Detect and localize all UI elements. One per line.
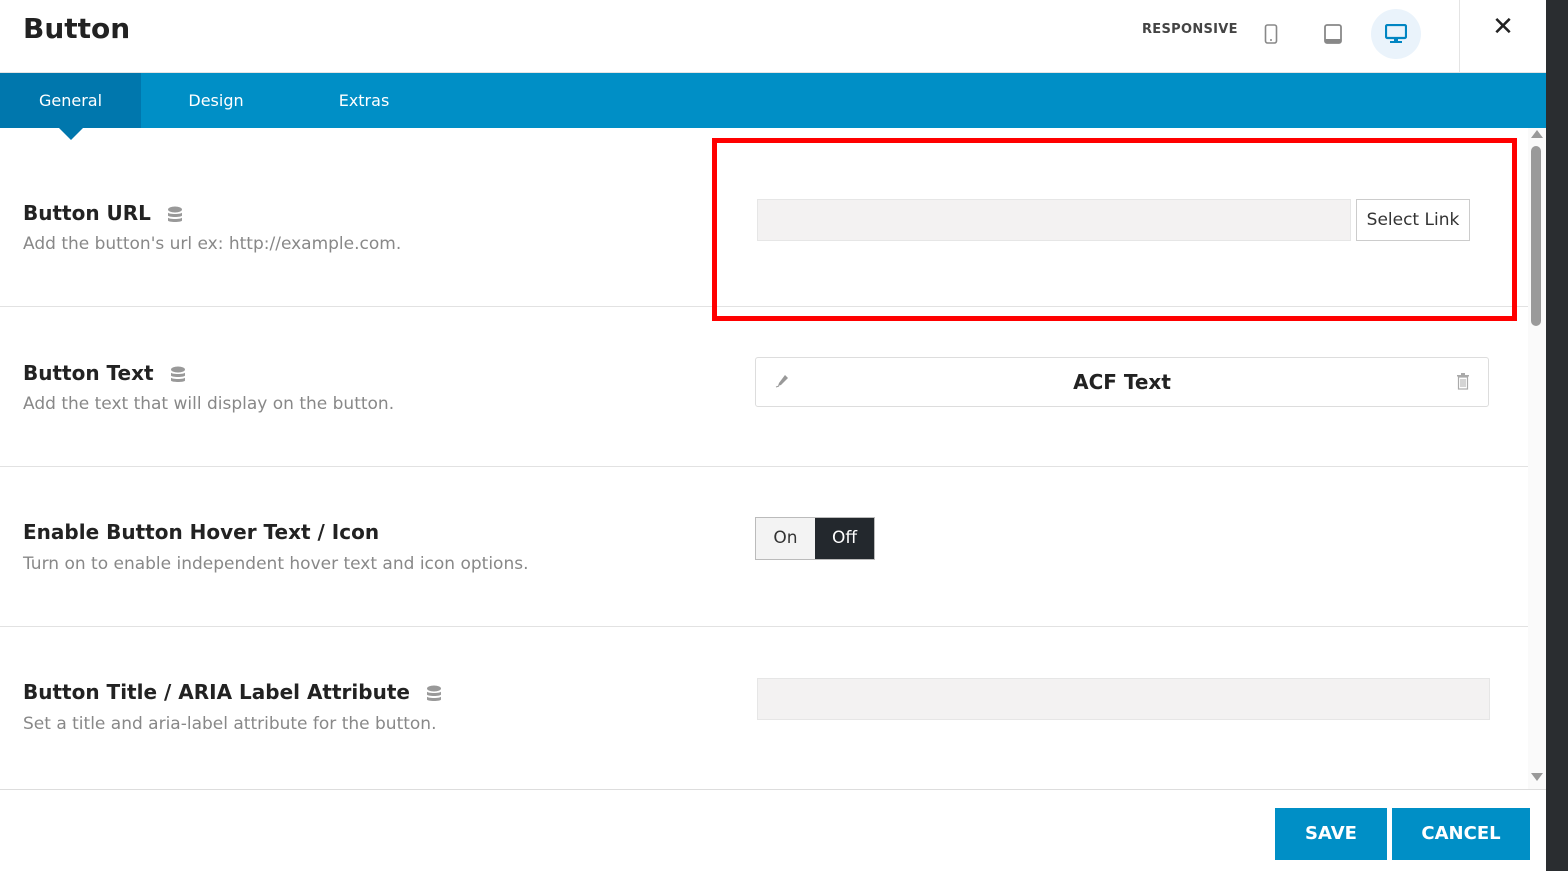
field-description: Add the button's url ex: http://example.… [23, 234, 402, 254]
settings-body: Button URL Add the button's url ex: http… [0, 128, 1528, 789]
cancel-button[interactable]: CANCEL [1392, 808, 1530, 860]
tab-design[interactable]: Design [160, 73, 272, 128]
save-button[interactable]: SAVE [1275, 808, 1387, 860]
connected-field-name: ACF Text [1073, 370, 1171, 394]
field-label-text: Button Title / ARIA Label Attribute [23, 680, 410, 704]
modal-header: Button RESPONSIVE ✕ [0, 0, 1546, 73]
tablet-preview-button[interactable] [1308, 9, 1358, 59]
aria-label-input[interactable] [757, 678, 1490, 720]
field-label: Button Title / ARIA Label Attribute [23, 680, 442, 704]
scroll-up-icon[interactable] [1531, 130, 1543, 138]
field-description: Turn on to enable independent hover text… [23, 554, 529, 574]
tab-extras[interactable]: Extras [310, 73, 418, 128]
field-hover-text-toggle: Enable Button Hover Text / Icon Turn on … [0, 467, 1528, 627]
close-button[interactable]: ✕ [1480, 12, 1526, 42]
modal-title: Button [23, 12, 131, 45]
mobile-preview-button[interactable] [1246, 9, 1296, 59]
field-button-text: Button Text Add the text that will displ… [0, 307, 1528, 467]
database-icon[interactable] [167, 206, 183, 224]
field-label: Button URL [23, 201, 183, 225]
tablet-icon [1324, 24, 1342, 44]
scrollbar-thumb[interactable] [1531, 146, 1541, 326]
database-icon[interactable] [170, 366, 186, 384]
field-aria-label: Button Title / ARIA Label Attribute Set … [0, 627, 1528, 787]
trash-icon[interactable] [1456, 373, 1470, 390]
on-off-toggle: On Off [755, 517, 875, 560]
button-settings-modal: Button RESPONSIVE ✕ General Design Extra… [0, 0, 1546, 871]
button-url-input[interactable] [757, 199, 1351, 241]
responsive-label: RESPONSIVE [1142, 22, 1238, 37]
scroll-down-icon[interactable] [1531, 773, 1543, 781]
desktop-icon [1385, 24, 1407, 43]
select-link-button[interactable]: Select Link [1356, 199, 1470, 241]
field-label-text: Button Text [23, 361, 154, 385]
mobile-icon [1264, 24, 1278, 44]
scrollbar[interactable] [1528, 128, 1546, 789]
field-description: Set a title and aria-label attribute for… [23, 714, 437, 734]
modal-footer: SAVE CANCEL [0, 789, 1546, 871]
field-label-text: Button URL [23, 201, 151, 225]
field-button-url: Button URL Add the button's url ex: http… [0, 128, 1528, 307]
field-label: Enable Button Hover Text / Icon [23, 520, 380, 544]
toggle-off-option[interactable]: Off [815, 518, 874, 559]
toggle-on-option[interactable]: On [756, 518, 815, 559]
field-description: Add the text that will display on the bu… [23, 394, 395, 414]
close-icon: ✕ [1492, 12, 1514, 42]
header-divider [1459, 0, 1460, 73]
tab-bar: General Design Extras [0, 73, 1546, 140]
desktop-preview-button[interactable] [1371, 9, 1421, 59]
field-label: Button Text [23, 361, 186, 385]
dynamic-field-connection: ACF Text [755, 357, 1489, 407]
database-icon[interactable] [426, 685, 442, 703]
tab-general[interactable]: General [0, 73, 141, 140]
